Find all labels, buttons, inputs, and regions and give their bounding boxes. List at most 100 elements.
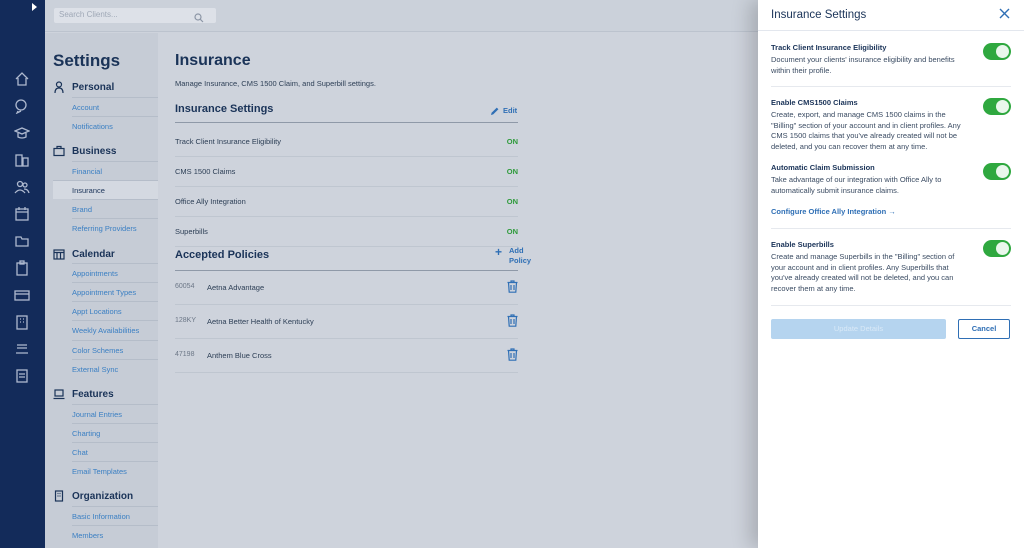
search-icon[interactable] — [194, 10, 204, 23]
pencil-icon — [491, 107, 499, 115]
option-description: Create, export, and manage CMS 1500 clai… — [771, 110, 961, 151]
policy-code: 60054 — [175, 283, 195, 290]
settings-title: Settings — [53, 51, 121, 70]
option-heading: Enable Superbills — [771, 240, 834, 249]
sidebar-item-notifications[interactable]: Notifications — [72, 116, 158, 135]
graduation-cap-icon[interactable] — [14, 125, 30, 141]
option-divider — [771, 86, 1011, 87]
page-title: Insurance — [175, 52, 251, 69]
edit-button[interactable]: Edit — [491, 106, 517, 115]
policy-name: Aetna Advantage — [207, 283, 265, 292]
sidebar-item-journal-entries[interactable]: Journal Entries — [72, 404, 158, 423]
update-details-button[interactable]: Update Details — [771, 319, 946, 339]
option-description: Take advantage of our integration with O… — [771, 175, 942, 195]
heading-divider — [175, 122, 518, 123]
configure-office-ally-link[interactable]: Configure Office Ally Integration → — [771, 207, 896, 216]
section-calendar: Calendar — [53, 248, 115, 260]
sidebar-item-account[interactable]: Account — [72, 97, 158, 116]
client-search-input[interactable]: Search Clients... — [54, 8, 216, 23]
plus-icon: + — [495, 245, 503, 259]
sidebar-item-appt-locations[interactable]: Appt Locations — [72, 301, 158, 320]
sidebar-item-basic-information[interactable]: Basic Information — [72, 506, 158, 525]
track-eligibility-toggle[interactable] — [983, 43, 1011, 60]
sidebar-item-brand[interactable]: Brand — [72, 199, 158, 218]
setting-row: Office Ally Integration ON — [175, 187, 518, 217]
setting-status: ON — [506, 197, 518, 206]
trash-icon[interactable] — [507, 348, 518, 361]
sidebar-item-weekly-availabilities[interactable]: Weekly Availabilities — [72, 320, 158, 339]
inbox-icon[interactable] — [14, 341, 30, 357]
search-placeholder: Search Clients... — [59, 10, 118, 19]
option-automatic-claim-submission: Automatic Claim Submission Take advantag… — [771, 163, 1011, 196]
credit-card-icon[interactable] — [14, 287, 30, 303]
edit-label: Edit — [503, 106, 518, 115]
cancel-button[interactable]: Cancel — [958, 319, 1010, 339]
setting-status: ON — [506, 137, 518, 146]
toggle-knob — [996, 100, 1009, 113]
setting-row: Track Client Insurance Eligibility ON — [175, 127, 518, 157]
sidebar-item-external-sync[interactable]: External Sync — [72, 359, 158, 378]
option-divider — [771, 228, 1011, 229]
main-content: Insurance Manage Insurance, CMS 1500 Cla… — [158, 33, 758, 548]
person-icon — [53, 81, 65, 93]
organization-icon — [53, 490, 65, 502]
trash-icon[interactable] — [507, 314, 518, 327]
setting-status: ON — [506, 167, 518, 176]
option-cms1500-claims: Enable CMS1500 Claims Create, export, an… — [771, 98, 1011, 152]
clipboard-icon[interactable] — [14, 260, 30, 276]
drawer-title: Insurance Settings — [771, 9, 867, 21]
sidebar-item-color-schemes[interactable]: Color Schemes — [72, 340, 158, 359]
sidebar-item-financial[interactable]: Financial — [72, 161, 158, 180]
home-icon[interactable] — [14, 71, 30, 87]
sidebar-item-insurance[interactable]: Insurance — [53, 180, 158, 199]
setting-label: CMS 1500 Claims — [175, 167, 236, 176]
folder-icon[interactable] — [14, 233, 30, 249]
sidebar-item-charting[interactable]: Charting — [72, 423, 158, 442]
policy-code: 128KY — [175, 317, 197, 324]
policy-row: 128KY Aetna Better Health of Kentucky — [175, 305, 518, 339]
policy-row: 60054 Aetna Advantage — [175, 271, 518, 305]
add-policy-label: Add Policy — [509, 246, 532, 265]
expand-rail-icon[interactable] — [32, 3, 37, 11]
option-superbills: Enable Superbills Create and manage Supe… — [771, 240, 1011, 294]
superbills-toggle[interactable] — [983, 240, 1011, 257]
option-divider — [771, 305, 1011, 306]
calendar-grid-icon — [53, 248, 65, 260]
section-label: Calendar — [72, 248, 115, 260]
policy-row: 47198 Anthem Blue Cross — [175, 339, 518, 373]
laptop-icon — [53, 388, 65, 400]
cms1500-claims-toggle[interactable] — [983, 98, 1011, 115]
insurance-settings-drawer: Insurance Settings Track Client Insuranc… — [758, 0, 1024, 548]
buildings-icon[interactable] — [14, 152, 30, 168]
option-description: Document your clients' insurance eligibi… — [771, 55, 955, 75]
sidebar-item-appointment-types[interactable]: Appointment Types — [72, 282, 158, 301]
toggle-knob — [996, 165, 1009, 178]
setting-row: CMS 1500 Claims ON — [175, 157, 518, 187]
option-heading: Enable CMS1500 Claims — [771, 98, 858, 107]
section-label: Personal — [72, 81, 115, 93]
sidebar-item-chat[interactable]: Chat — [72, 442, 158, 461]
policy-code: 47198 — [175, 351, 195, 358]
accepted-policies-heading: Accepted Policies — [175, 249, 270, 261]
sidebar-item-members[interactable]: Members — [72, 525, 158, 544]
document-icon[interactable] — [14, 368, 30, 384]
close-icon[interactable] — [999, 8, 1010, 19]
section-personal: Personal — [53, 81, 114, 93]
sidebar-item-email-templates[interactable]: Email Templates — [72, 461, 158, 480]
sidebar-item-appointments[interactable]: Appointments — [72, 263, 158, 282]
setting-row: Superbills ON — [175, 217, 518, 247]
setting-label: Track Client Insurance Eligibility — [175, 137, 282, 146]
setting-label: Superbills — [175, 227, 208, 236]
users-icon[interactable] — [14, 179, 30, 195]
chat-bubbles-icon[interactable] — [14, 98, 30, 114]
office-building-icon[interactable] — [14, 314, 30, 330]
settings-sidebar: Settings Personal Account Notifications … — [45, 33, 158, 548]
app-rail — [0, 0, 45, 548]
briefcase-icon — [53, 145, 65, 157]
sidebar-item-referring-providers[interactable]: Referring Providers — [72, 218, 158, 237]
calendar-icon[interactable] — [14, 206, 30, 222]
trash-icon[interactable] — [507, 280, 518, 293]
automatic-claim-submission-toggle[interactable] — [983, 163, 1011, 180]
section-label: Features — [72, 388, 114, 400]
section-business: Business — [53, 145, 116, 157]
